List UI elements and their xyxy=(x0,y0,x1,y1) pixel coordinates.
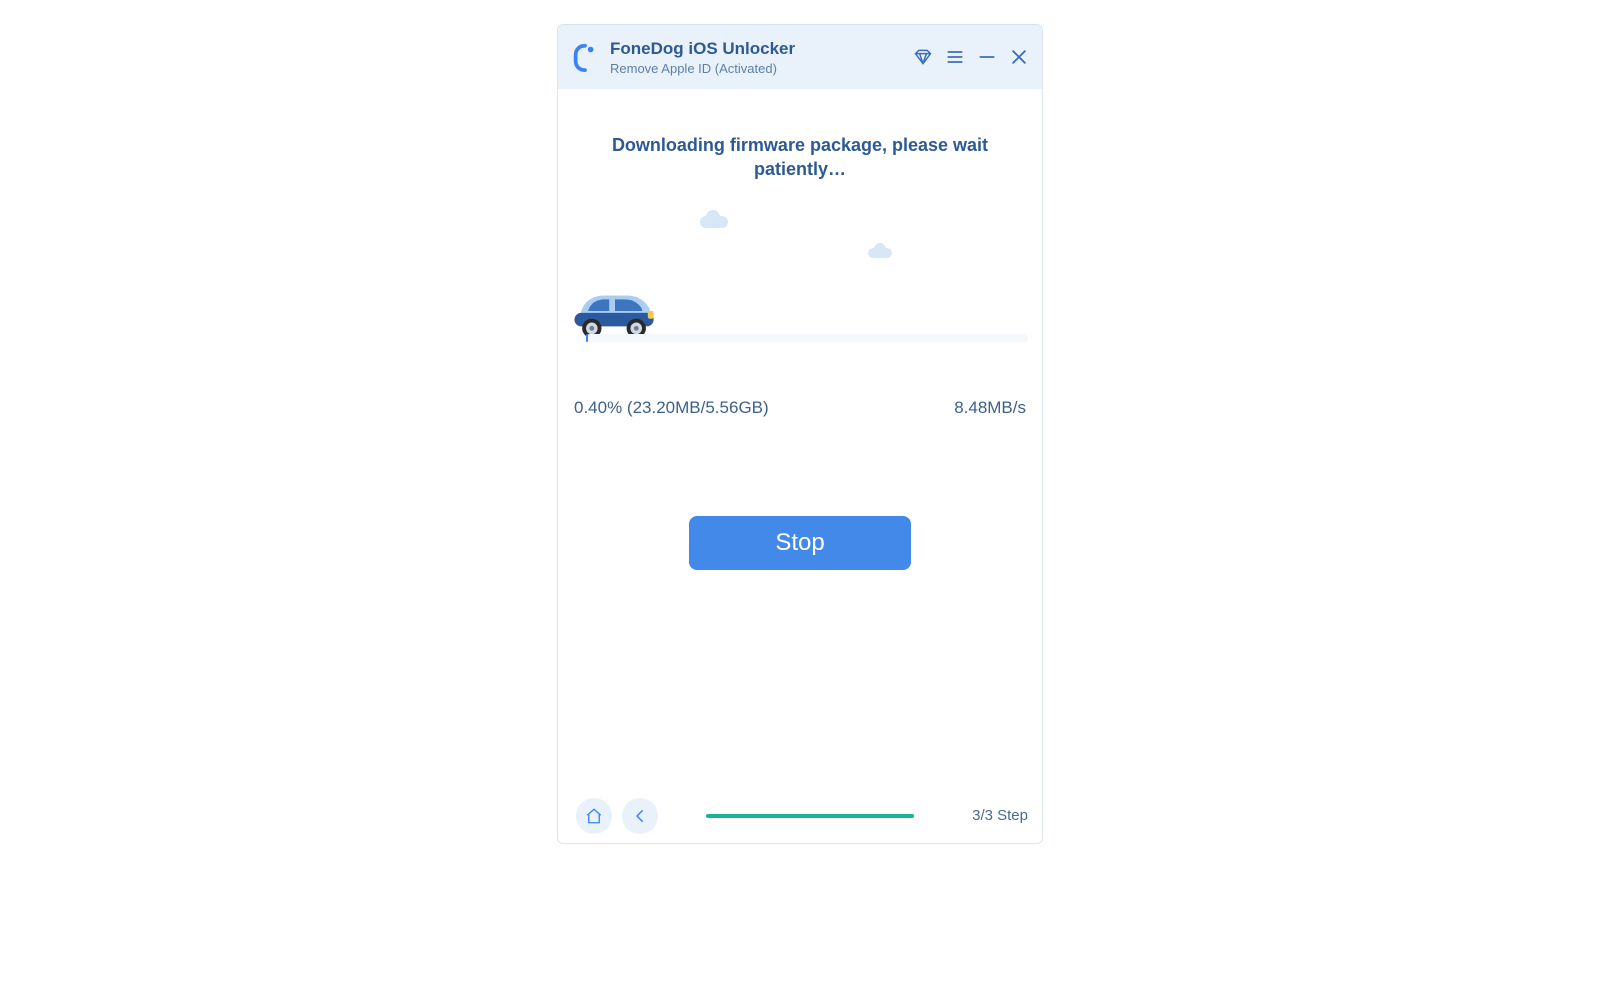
diamond-icon[interactable] xyxy=(912,46,934,68)
window-controls xyxy=(912,46,1030,68)
progress-fill xyxy=(586,334,588,342)
app-title: FoneDog iOS Unlocker xyxy=(610,39,902,59)
download-stats: 0.40% (23.20MB/5.56GB) 8.48MB/s xyxy=(572,398,1028,418)
progress-text: 0.40% (23.20MB/5.56GB) xyxy=(574,398,769,418)
speed-text: 8.48MB/s xyxy=(954,398,1026,418)
back-button[interactable] xyxy=(622,798,658,834)
car-icon xyxy=(566,282,664,338)
minimize-icon[interactable] xyxy=(976,46,998,68)
fonedog-logo-icon xyxy=(570,42,600,72)
title-text-block: FoneDog iOS Unlocker Remove Apple ID (Ac… xyxy=(610,39,902,76)
progress-scene xyxy=(572,192,1028,342)
cloud-icon xyxy=(868,248,892,258)
app-window: FoneDog iOS Unlocker Remove Apple ID (Ac… xyxy=(557,24,1043,844)
cloud-icon xyxy=(700,216,728,228)
footer-bar: 3/3 Step xyxy=(558,787,1042,843)
app-subtitle: Remove Apple ID (Activated) xyxy=(610,61,902,76)
content-area: Downloading firmware package, please wai… xyxy=(558,89,1042,787)
step-progress-bar xyxy=(706,814,914,818)
home-button[interactable] xyxy=(576,798,612,834)
progress-bar xyxy=(586,334,1028,342)
menu-icon[interactable] xyxy=(944,46,966,68)
stop-button[interactable]: Stop xyxy=(689,516,911,570)
download-status-heading: Downloading firmware package, please wai… xyxy=(600,133,1000,182)
step-label: 3/3 Step xyxy=(972,807,1028,824)
title-bar: FoneDog iOS Unlocker Remove Apple ID (Ac… xyxy=(558,25,1042,89)
close-icon[interactable] xyxy=(1008,46,1030,68)
